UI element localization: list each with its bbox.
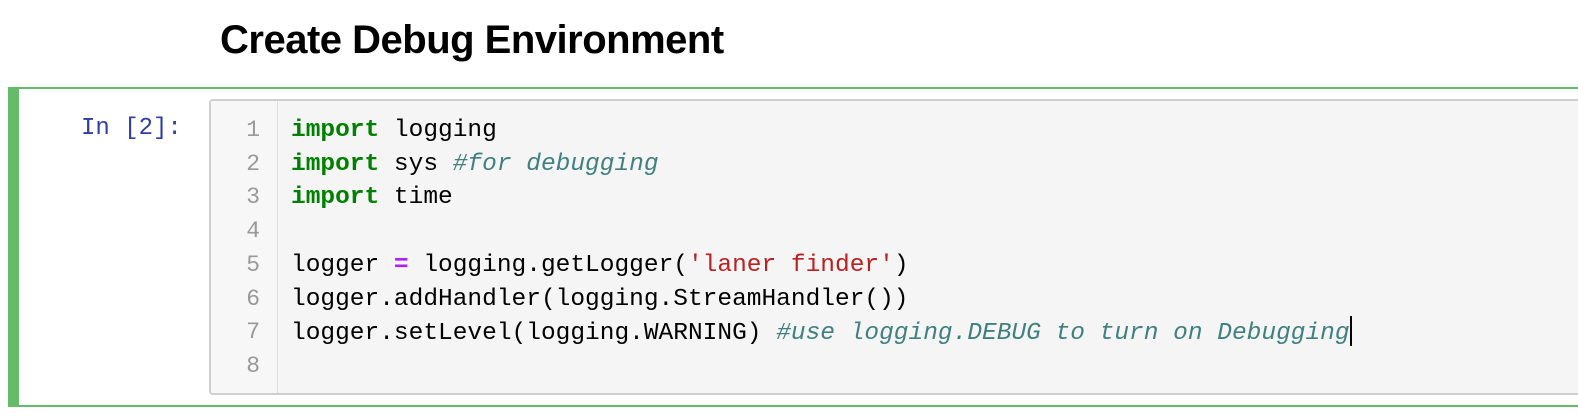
code-editor[interactable]: 1 2 3 4 5 6 7 8 import logging import sy… xyxy=(209,99,1578,395)
input-prompt: In [2]: xyxy=(81,115,182,142)
line-number: 8 xyxy=(246,352,260,379)
line-number: 5 xyxy=(246,251,260,278)
line-number: 1 xyxy=(246,117,260,143)
line-number-gutter: 1 2 3 4 5 6 7 8 xyxy=(211,101,278,393)
line-number: 6 xyxy=(246,285,260,312)
code-token: logging.getLogger( xyxy=(408,251,688,279)
code-token: logger xyxy=(291,251,394,279)
operator-token: = xyxy=(393,251,409,279)
code-line[interactable]: import sys #for debugging xyxy=(291,148,659,182)
code-token: sys xyxy=(379,150,453,178)
line-number: 4 xyxy=(246,218,260,245)
code-token: logger.setLevel(logging.WARNING) xyxy=(291,320,777,348)
line-number: 3 xyxy=(246,184,260,211)
code-line[interactable]: logger.addHandler(logging.StreamHandler(… xyxy=(291,283,909,317)
comment-token: #for debugging xyxy=(452,150,659,178)
code-token: logging xyxy=(379,117,497,144)
keyword-token: import xyxy=(291,117,380,144)
code-token: time xyxy=(379,184,453,212)
code-line[interactable]: logger.setLevel(logging.WARNING) #use lo… xyxy=(291,316,1352,351)
code-line[interactable]: logger = logging.getLogger('laner finder… xyxy=(291,249,909,283)
section-heading: Create Debug Environment xyxy=(220,18,724,62)
code-token: ) xyxy=(893,251,909,279)
code-line[interactable]: import logging xyxy=(291,114,497,148)
comment-token: #use logging.DEBUG to turn on Debugging xyxy=(776,320,1350,348)
text-cursor xyxy=(1349,316,1352,347)
code-line[interactable]: import time xyxy=(291,181,453,215)
string-token: 'laner finder' xyxy=(687,251,894,279)
line-number: 7 xyxy=(246,319,260,346)
code-token: logger.addHandler(logging.StreamHandler(… xyxy=(291,285,909,313)
keyword-token: import xyxy=(291,184,380,212)
line-number: 2 xyxy=(246,150,260,177)
keyword-token: import xyxy=(291,150,380,178)
